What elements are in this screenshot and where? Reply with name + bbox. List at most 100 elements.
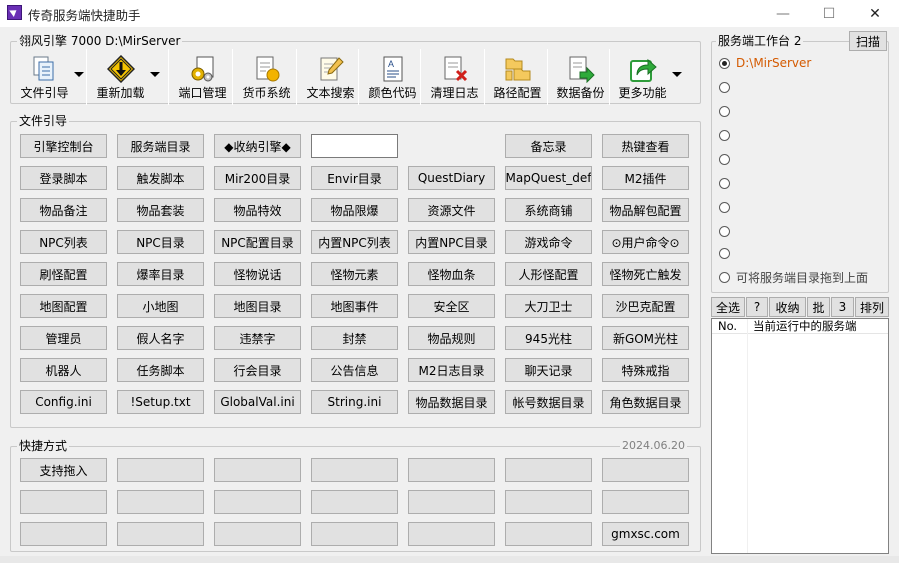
file-button[interactable]: 新GOM光柱 <box>602 326 689 350</box>
server-list[interactable]: No. 当前运行中的服务端 <box>711 318 889 554</box>
radio-button[interactable] <box>719 177 730 189</box>
file-button[interactable]: GlobalVal.ini <box>214 390 301 414</box>
toolbar-currency-button[interactable]: 货币系统 <box>236 51 297 103</box>
server-slot-radio[interactable] <box>719 199 736 215</box>
file-button[interactable]: 任务脚本 <box>117 358 204 382</box>
count-button[interactable]: 3 <box>831 297 854 317</box>
shortcut-button[interactable] <box>214 522 301 546</box>
file-button[interactable]: 角色数据目录 <box>602 390 689 414</box>
file-button[interactable]: 物品限爆 <box>311 198 398 222</box>
radio-button[interactable] <box>719 57 730 69</box>
radio-button[interactable] <box>719 153 730 165</box>
file-button[interactable]: 物品特效 <box>214 198 301 222</box>
server-slot-radio[interactable] <box>719 151 736 167</box>
batch-button[interactable]: 批 <box>807 297 830 317</box>
shortcut-button[interactable] <box>408 522 495 546</box>
file-button[interactable]: 行会目录 <box>214 358 301 382</box>
file-button[interactable]: 假人名字 <box>117 326 204 350</box>
file-button[interactable]: 热键查看 <box>602 134 689 158</box>
file-button[interactable]: 小地图 <box>117 294 204 318</box>
file-button[interactable]: 物品规则 <box>408 326 495 350</box>
toolbar-more-features-button[interactable]: 更多功能 <box>612 51 673 103</box>
file-button[interactable]: 封禁 <box>311 326 398 350</box>
file-button[interactable]: 服务端目录 <box>117 134 204 158</box>
close-button[interactable]: ✕ <box>852 0 898 27</box>
shortcut-button[interactable]: 支持拖入 <box>20 458 107 482</box>
file-button[interactable]: 安全区 <box>408 294 495 318</box>
file-button[interactable]: 游戏命令 <box>505 230 592 254</box>
file-button[interactable]: 物品备注 <box>20 198 107 222</box>
shortcut-button[interactable]: gmxsc.com <box>602 522 689 546</box>
file-button[interactable]: 内置NPC目录 <box>408 230 495 254</box>
server-slot-radio[interactable] <box>719 175 736 191</box>
file-button[interactable]: M2日志目录 <box>408 358 495 382</box>
file-button[interactable]: 系统商铺 <box>505 198 592 222</box>
file-button[interactable]: ◆收纳引擎◆ <box>214 134 301 158</box>
file-button[interactable]: ⊙用户命令⊙ <box>602 230 689 254</box>
file-button[interactable]: 怪物元素 <box>311 262 398 286</box>
file-button[interactable]: 人形怪配置 <box>505 262 592 286</box>
file-button[interactable]: 物品套装 <box>117 198 204 222</box>
file-button[interactable]: 945光柱 <box>505 326 592 350</box>
shortcut-button[interactable] <box>505 458 592 482</box>
server-slot-radio[interactable]: 可将服务端目录拖到上面 <box>719 269 868 285</box>
toolbar-clean-log-button[interactable]: 清理日志 <box>424 51 485 103</box>
file-button[interactable]: 管理员 <box>20 326 107 350</box>
help-button[interactable]: ? <box>746 297 768 317</box>
file-button[interactable]: 机器人 <box>20 358 107 382</box>
file-filter-input[interactable] <box>311 134 398 158</box>
shortcut-button[interactable] <box>505 490 592 514</box>
file-button[interactable]: String.ini <box>311 390 398 414</box>
file-button[interactable]: 地图配置 <box>20 294 107 318</box>
file-button[interactable]: 帐号数据目录 <box>505 390 592 414</box>
file-button[interactable]: QuestDiary <box>408 166 495 190</box>
server-slot-radio[interactable] <box>719 127 736 143</box>
scan-button[interactable]: 扫描 <box>849 31 887 51</box>
toolbar-reload-button[interactable]: 重新加载 <box>90 51 151 103</box>
toolbar-path-config-button[interactable]: 路径配置 <box>487 51 548 103</box>
file-button[interactable]: Mir200目录 <box>214 166 301 190</box>
file-button[interactable]: 地图目录 <box>214 294 301 318</box>
radio-button[interactable] <box>719 105 730 117</box>
toolbar-port-manage-button[interactable]: 端口管理 <box>172 51 233 103</box>
file-button[interactable]: 违禁字 <box>214 326 301 350</box>
shortcut-button[interactable] <box>505 522 592 546</box>
shortcut-button[interactable] <box>117 522 204 546</box>
file-button[interactable]: 怪物说话 <box>214 262 301 286</box>
file-button[interactable]: 物品数据目录 <box>408 390 495 414</box>
shortcut-button[interactable] <box>117 458 204 482</box>
file-button[interactable]: M2插件 <box>602 166 689 190</box>
shortcut-button[interactable] <box>311 490 398 514</box>
file-button[interactable]: 特殊戒指 <box>602 358 689 382</box>
file-button[interactable]: 聊天记录 <box>505 358 592 382</box>
radio-button[interactable] <box>719 271 730 283</box>
file-button[interactable]: NPC列表 <box>20 230 107 254</box>
shortcut-button[interactable] <box>117 490 204 514</box>
shortcut-button[interactable] <box>214 490 301 514</box>
server-slot-radio[interactable] <box>719 103 736 119</box>
file-button[interactable]: 刷怪配置 <box>20 262 107 286</box>
file-button[interactable]: 触发脚本 <box>117 166 204 190</box>
file-button[interactable]: 爆率目录 <box>117 262 204 286</box>
shortcut-button[interactable] <box>311 458 398 482</box>
file-button[interactable]: 公告信息 <box>311 358 398 382</box>
file-button[interactable]: Envir目录 <box>311 166 398 190</box>
dropdown-arrow-icon[interactable] <box>150 72 160 77</box>
file-button[interactable]: 怪物血条 <box>408 262 495 286</box>
dropdown-arrow-icon[interactable] <box>74 72 84 77</box>
file-button[interactable]: NPC配置目录 <box>214 230 301 254</box>
file-button[interactable]: NPC目录 <box>117 230 204 254</box>
file-button[interactable]: 大刀卫士 <box>505 294 592 318</box>
file-button[interactable]: 内置NPC列表 <box>311 230 398 254</box>
file-button[interactable]: 备忘录 <box>505 134 592 158</box>
file-button[interactable]: 资源文件 <box>408 198 495 222</box>
server-slot-radio[interactable] <box>719 223 736 239</box>
shortcut-button[interactable] <box>20 522 107 546</box>
server-slot-radio[interactable] <box>719 245 736 261</box>
shortcut-button[interactable] <box>214 458 301 482</box>
file-button[interactable]: 怪物死亡触发 <box>602 262 689 286</box>
file-button[interactable]: 登录脚本 <box>20 166 107 190</box>
shortcut-button[interactable] <box>311 522 398 546</box>
toolbar-text-search-button[interactable]: 文本搜索 <box>300 51 361 103</box>
server-slot-radio[interactable]: D:\MirServer <box>719 55 811 71</box>
